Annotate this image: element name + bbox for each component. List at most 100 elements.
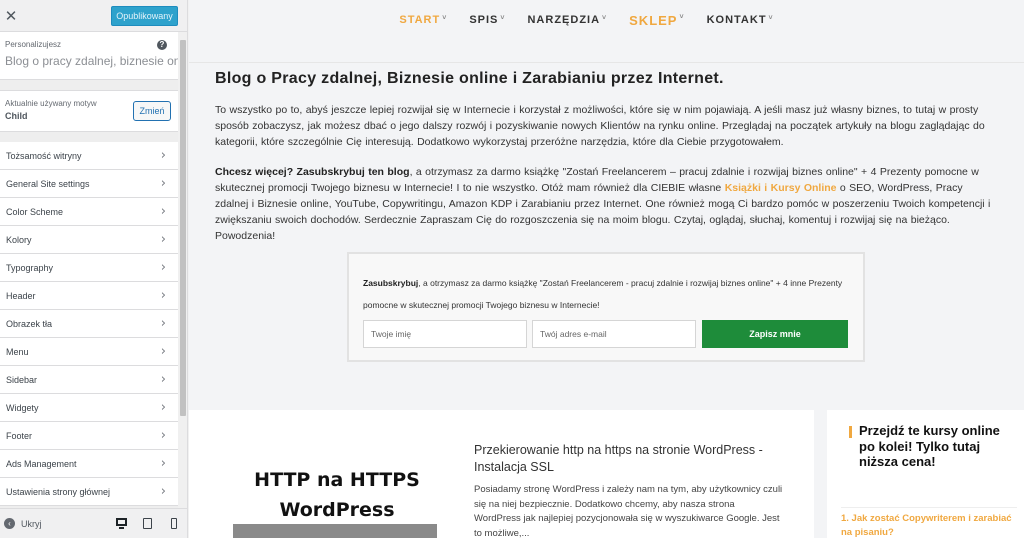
customizer-info-panel: Personalizujesz Blog o pracy zdalnej, bi… [0, 32, 187, 80]
course-link[interactable]: 1. Jak zostać Copywriterem i zarabiać na… [841, 512, 1017, 538]
sidebar-section-item[interactable]: Color Scheme › [0, 198, 178, 226]
subscribe-form: Zasubskrybuj, a otrzymasz za darmo książ… [347, 252, 865, 362]
sidebar-scrollbar[interactable] [178, 32, 187, 508]
subscribe-text: , a otrzymasz za darmo książkę "Zostań F… [363, 278, 843, 310]
customizer-header: ✕ Opublikowany [0, 0, 187, 32]
customizing-label: Personalizujesz [5, 40, 62, 49]
courses-link[interactable]: Książki i Kursy Online [725, 182, 837, 194]
chevron-right-icon: › [160, 344, 166, 359]
sidebar-section-item[interactable]: Ads Management › [0, 450, 178, 478]
sidebar-section-item[interactable]: Sidebar › [0, 366, 178, 394]
sidebar-section-item[interactable]: General Site settings › [0, 170, 178, 198]
widget-title: Przejdź te kursy online po kolei! Tylko … [859, 423, 1000, 469]
sidebar-section-label: Color Scheme [6, 206, 64, 217]
chevron-down-icon: ˅ [442, 15, 448, 22]
sidebar-section-label: Obrazek tła [6, 318, 53, 329]
sidebar-section-label: General Site settings [6, 178, 90, 189]
chevron-right-icon: › [160, 232, 166, 247]
sidebar-section-item[interactable]: Widgety › [0, 394, 178, 422]
sidebar-section-label: Ustawienia strony głównej [6, 486, 111, 497]
sidebar-section-item[interactable]: Ustawienia strony głównej › [0, 478, 178, 506]
sidebar-section-item[interactable]: Footer › [0, 422, 178, 450]
widget-divider [841, 507, 1017, 508]
sidebar-scrollbar-thumb[interactable] [180, 40, 186, 416]
customizer-section-list: Tożsamość witryny › General Site settings ›… [0, 142, 178, 506]
sidebar-section-label: Tożsamość witryny [6, 150, 82, 161]
chevron-right-icon: › [160, 400, 166, 415]
publish-button[interactable]: Opublikowany [111, 6, 178, 26]
cta-paragraph: Chcesz więcej? Zasubskrybuj ten blog, a … [215, 164, 995, 244]
help-icon[interactable]: ? [157, 40, 167, 50]
sidebar-section-label: Footer [6, 430, 33, 441]
post-title-link[interactable]: Przekierowanie http na https na stronie … [474, 442, 794, 476]
chevron-right-icon: › [160, 204, 166, 219]
customizer-sidebar: ✕ Opublikowany Personalizujesz Blog o pr… [0, 0, 188, 538]
collapse-icon[interactable]: ‹ [4, 518, 15, 529]
sidebar-section-item[interactable]: Menu › [0, 338, 178, 366]
chevron-right-icon: › [160, 372, 166, 387]
chevron-down-icon: ˅ [602, 15, 608, 22]
subscribe-description: Zasubskrybuj, a otrzymasz za darmo książ… [363, 272, 853, 316]
tablet-preview-icon[interactable] [143, 518, 154, 529]
sidebar-section-label: Menu [6, 346, 29, 357]
intro-paragraph: To wszystko po to, abyś jeszcze lepiej r… [215, 104, 985, 148]
chevron-down-icon: ˅ [500, 15, 506, 22]
close-icon[interactable]: ✕ [0, 0, 22, 32]
site-title-label: Blog o pracy zdalnej, biznesie online... [5, 54, 182, 68]
change-theme-button[interactable]: Zmień [133, 101, 171, 121]
nav-item-label: NARZĘDZIA [527, 14, 601, 26]
name-input[interactable]: Twoje imię [363, 320, 527, 348]
chevron-right-icon: › [160, 428, 166, 443]
chevron-right-icon: › [160, 456, 166, 471]
intro-section: Blog o Pracy zdalnej, Biznesie online i … [215, 70, 995, 244]
site-preview: START ˅ SPIS ˅ NARZĘDZIA ˅ SKLEP ˅ KONTAKT ˅ Blog… [189, 0, 1024, 538]
subscribe-bold-text: Zasubskrybuj [363, 278, 419, 288]
sidebar-section-item[interactable]: Tożsamość witryny › [0, 142, 178, 170]
sidebar-section-label: Typography [6, 262, 54, 273]
sidebar-section-label: Kolory [6, 234, 32, 245]
widget-accent-bar [849, 426, 852, 438]
active-theme-panel: Aktualnie używany motyw Child Zmień [0, 90, 178, 132]
mobile-preview-icon[interactable] [171, 518, 182, 529]
thumbnail-graphic-bar [233, 524, 437, 538]
thumbnail-text-line-2: WordPress [279, 499, 395, 521]
nav-divider [189, 62, 1024, 63]
chevron-down-icon: ˅ [679, 13, 685, 21]
customizer-footer: ‹ Ukryj [0, 508, 187, 538]
sidebar-section-item[interactable]: Typography › [0, 254, 178, 282]
courses-widget: Przejdź te kursy online po kolei! Tylko … [827, 410, 1024, 538]
nav-item-label: SPIS [469, 14, 499, 26]
nav-item[interactable]: SPIS ˅ [469, 14, 505, 26]
nav-item[interactable]: KONTAKT ˅ [707, 14, 774, 26]
hide-controls-button[interactable]: Ukryj [21, 519, 42, 529]
chevron-right-icon: › [160, 316, 166, 331]
sidebar-section-item[interactable]: Kolory › [0, 226, 178, 254]
nav-item-label: KONTAKT [706, 14, 767, 26]
chevron-right-icon: › [160, 288, 166, 303]
sidebar-section-label: Widgety [6, 402, 39, 413]
nav-item[interactable]: SKLEP ˅ [629, 13, 684, 28]
nav-item[interactable]: START ˅ [399, 14, 447, 26]
main-navigation: START ˅ SPIS ˅ NARZĘDZIA ˅ SKLEP ˅ KONTAKT ˅ [189, 0, 1024, 40]
post-card: HTTP na HTTPS WordPress Przekierowanie h… [189, 410, 814, 538]
thumbnail-text-line-1: HTTP na HTTPS [254, 469, 420, 491]
chevron-down-icon: ˅ [768, 15, 774, 22]
page-title: Blog o Pracy zdalnej, Biznesie online i … [215, 70, 724, 87]
email-input[interactable]: Twój adres e-mail [532, 320, 696, 348]
nav-item-label: START [399, 14, 441, 26]
sidebar-section-label: Header [6, 290, 36, 301]
post-excerpt: Posiadamy stronę WordPress i zależy nam … [474, 484, 783, 538]
chevron-right-icon: › [160, 484, 166, 499]
sidebar-section-label: Ads Management [6, 458, 77, 469]
sidebar-section-item[interactable]: Obrazek tła › [0, 310, 178, 338]
sidebar-section-label: Sidebar [6, 374, 38, 385]
chevron-right-icon: › [160, 260, 166, 275]
chevron-right-icon: › [160, 148, 166, 163]
sidebar-section-item[interactable]: Header › [0, 282, 178, 310]
subscribe-button[interactable]: Zapisz mnie [702, 320, 848, 348]
desktop-preview-icon[interactable] [116, 518, 127, 529]
nav-item[interactable]: NARZĘDZIA ˅ [527, 14, 607, 26]
chevron-right-icon: › [160, 176, 166, 191]
cta-bold-text: Chcesz więcej? Zasubskrybuj ten blog [215, 166, 410, 178]
nav-item-label: SKLEP [629, 12, 678, 28]
